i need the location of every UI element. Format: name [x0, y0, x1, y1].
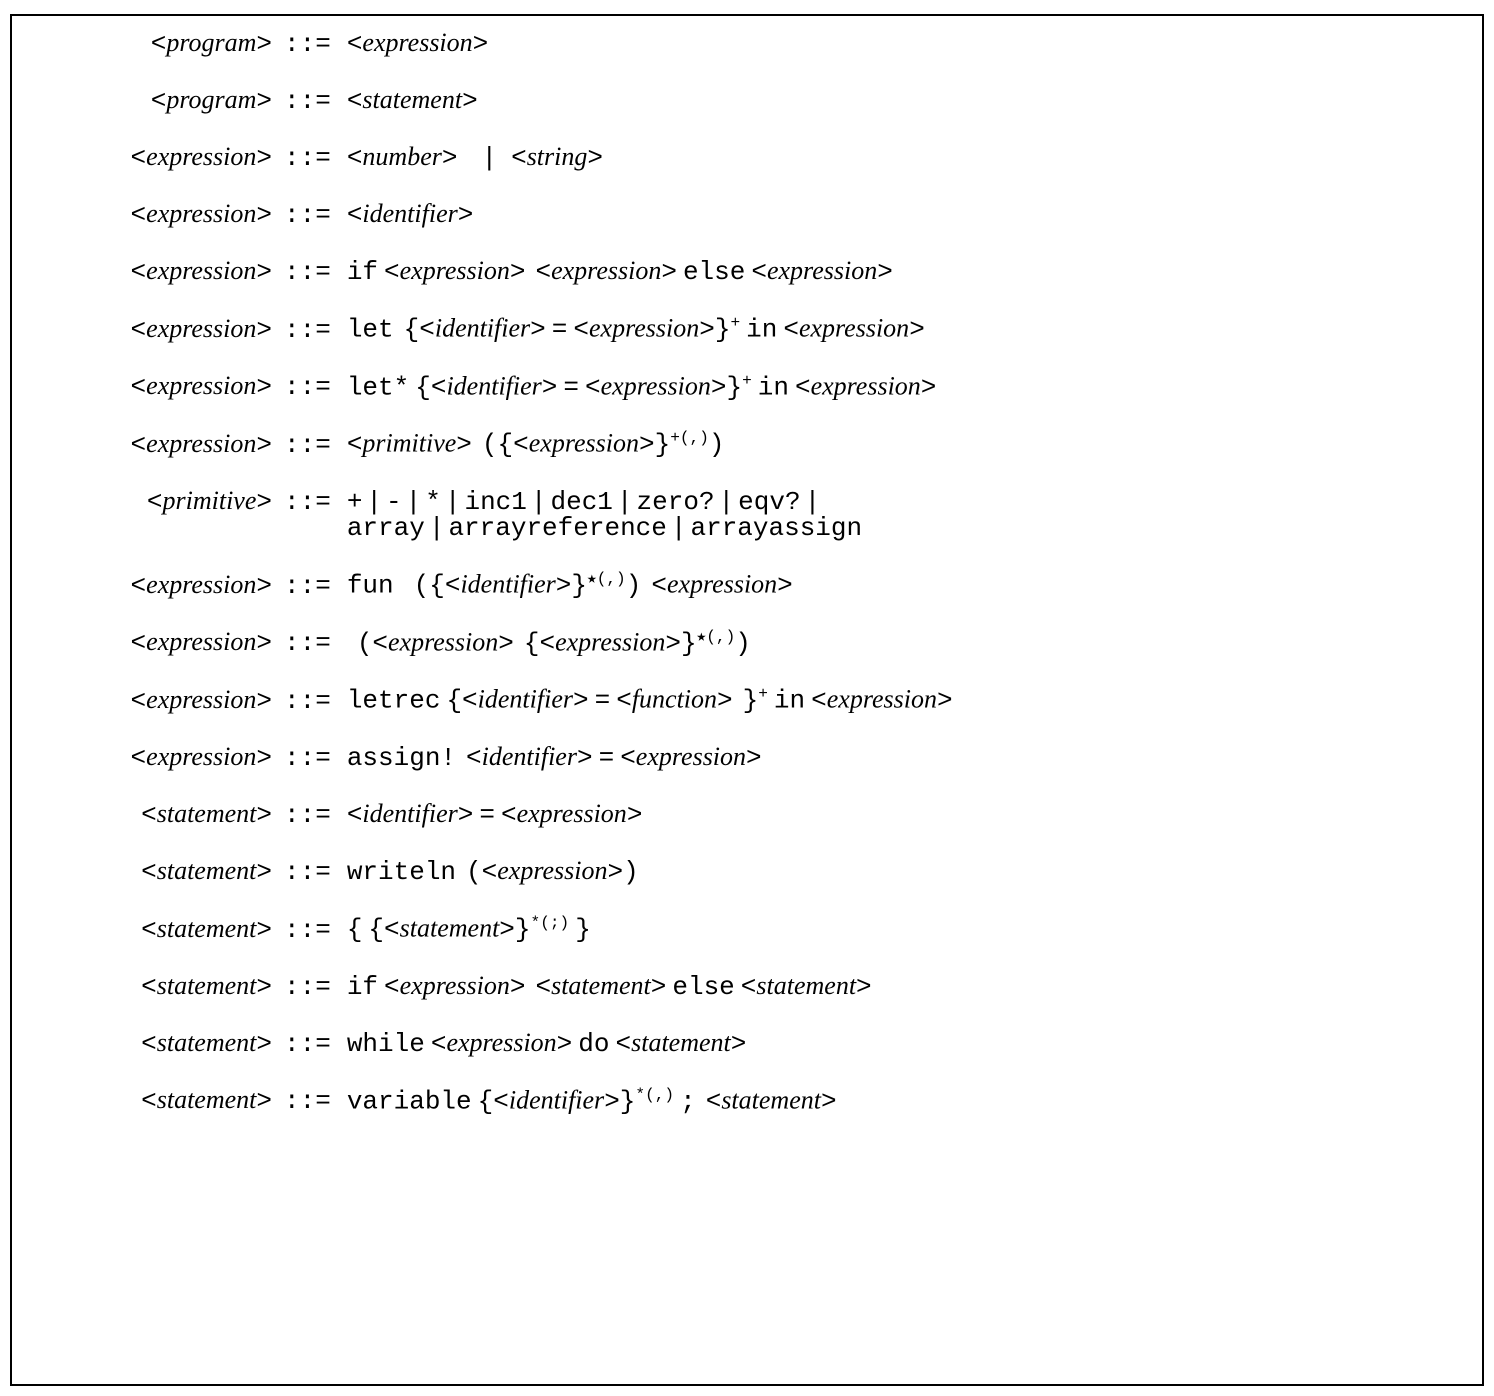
grammar-rule: <expression> ::= let{<identifier>=<expre… — [32, 311, 1462, 369]
grammar-rule-cont: ::= array|arrayreference|arrayassign — [32, 515, 1462, 567]
kw-fun: fun — [347, 571, 394, 601]
defined-as: ::= — [274, 31, 337, 57]
kw-let-star: let* — [347, 372, 409, 402]
nt-string: string — [527, 142, 588, 171]
kw-writeln: writeln — [347, 857, 456, 887]
grammar-rule: <statement> ::= if<expression><statement… — [32, 969, 1462, 1026]
grammar-frame: <program> ::= <expression> <program> ::=… — [10, 14, 1484, 1386]
grammar-rule: <expression> ::= <number>|<string> — [32, 140, 1462, 197]
kw-else: else — [683, 257, 745, 287]
kw-in: in — [746, 315, 777, 345]
grammar-rule: <statement> ::= while<expression>do<stat… — [32, 1026, 1462, 1083]
nt-primitive: primitive — [362, 429, 456, 458]
nt-expression: expression — [362, 28, 472, 57]
kw-letrec: letrec — [347, 686, 441, 716]
prim-array: array — [347, 513, 425, 543]
grammar-rule: <expression> ::= if<expression><expressi… — [32, 254, 1462, 311]
grammar-rule: <statement> ::= writeln(<expression>) — [32, 854, 1462, 911]
kw-do: do — [578, 1029, 609, 1059]
grammar-rule: <expression> ::= <identifier> — [32, 197, 1462, 254]
nt-number: number — [362, 142, 441, 171]
kw-assign: assign! — [347, 743, 456, 773]
nt-function: function — [632, 685, 717, 714]
nt-program: program — [166, 28, 256, 57]
prim-arrayassign: arrayassign — [690, 513, 862, 543]
angle-gt: > — [256, 29, 272, 59]
grammar-rule: <statement> ::= <identifier>=<expression… — [32, 797, 1462, 854]
repeat-plus: + — [730, 314, 740, 332]
kw-variable: variable — [347, 1086, 472, 1116]
prim-arrayref: arrayreference — [448, 513, 666, 543]
grammar-rule: <statement> ::= {{<statement>}*(;)} — [32, 911, 1462, 969]
grammar-rule: <program> ::= <statement> — [32, 83, 1462, 140]
kw-if: if — [347, 257, 378, 287]
nt-statement: statement — [362, 85, 462, 114]
nt-identifier: identifier — [362, 199, 457, 228]
kw-let: let — [347, 315, 394, 345]
grammar-rule: <primitive> ::= +|-|*|inc1|dec1|zero?|eq… — [32, 484, 1462, 515]
alt-bar: | — [477, 143, 501, 173]
grammar-rule: <expression> ::= letrec{<identifier>=<fu… — [32, 682, 1462, 740]
kw-while: while — [347, 1029, 425, 1059]
angle-lt: < — [151, 29, 167, 59]
repeat-star: ★ — [587, 570, 597, 588]
grammar-rule: <expression> ::= <primitive>({<expressio… — [32, 426, 1462, 484]
grammar-rule: <expression> ::= fun({<identifier>}★(,))… — [32, 567, 1462, 625]
grammar-rule: <expression> ::= (<expression>{<expressi… — [32, 625, 1462, 683]
grammar-rule: <statement> ::= variable{<identifier>}*(… — [32, 1083, 1462, 1121]
grammar-rule: <expression> ::= let*{<identifier>=<expr… — [32, 369, 1462, 427]
grammar-rule: <program> ::= <expression> — [32, 26, 1462, 83]
grammar-rule: <expression> ::= assign!<identifier>=<ex… — [32, 740, 1462, 797]
